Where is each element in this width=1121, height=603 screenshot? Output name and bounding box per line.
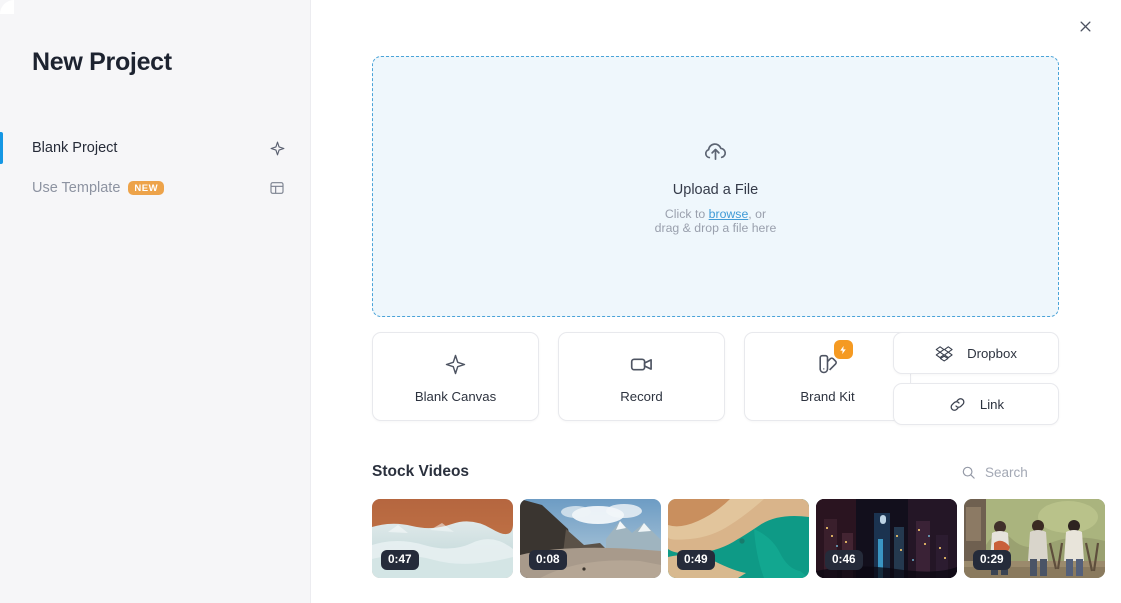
duration-badge: 0:29 [973, 550, 1011, 570]
page-title: New Project [32, 48, 172, 76]
browse-link[interactable]: browse [709, 207, 749, 221]
sidebar-item-label: Blank Project [32, 140, 118, 156]
active-indicator [0, 132, 3, 164]
stock-videos-header: Stock Videos [372, 463, 1059, 481]
dropzone-sub-prefix: Click to [664, 206, 709, 221]
card-label: Brand Kit [800, 389, 855, 404]
import-source-buttons: Dropbox Link [893, 332, 1059, 425]
link-icon [948, 395, 967, 414]
stock-video-item[interactable]: 0:49 [668, 499, 809, 578]
side-button-label: Link [979, 396, 1005, 412]
dropbox-icon [935, 344, 954, 363]
record-card[interactable]: Record [558, 332, 725, 421]
stock-video-item[interactable]: 0:29 [964, 499, 1105, 578]
sparkle-icon [267, 138, 287, 158]
sidebar-item-blank-project[interactable]: Blank Project [0, 131, 311, 165]
stock-video-item[interactable]: 0:08 [520, 499, 661, 578]
cloud-upload-icon [702, 138, 729, 170]
search-input[interactable] [985, 464, 1059, 480]
search-icon [961, 465, 976, 480]
sidebar-nav: Blank Project Use Template NEW [0, 131, 311, 205]
layout-template-icon [267, 178, 287, 198]
window-corner-artifact [0, 0, 14, 14]
card-label: Blank Canvas [414, 389, 497, 404]
blank-canvas-card[interactable]: Blank Canvas [372, 332, 539, 421]
new-project-modal: New Project Blank Project Use Template N… [0, 0, 1121, 603]
stock-video-item[interactable]: 0:47 [372, 499, 513, 578]
sparkle-icon [444, 349, 467, 379]
duration-badge: 0:49 [677, 550, 715, 570]
link-button[interactable]: Link [893, 383, 1059, 425]
side-button-label: Dropbox [967, 345, 1017, 361]
sidebar-item-label: Use Template [32, 180, 121, 196]
sidebar: New Project Blank Project Use Template N… [0, 0, 311, 603]
stock-video-item[interactable]: 0:46 [816, 499, 957, 578]
duration-badge: 0:47 [381, 550, 419, 570]
video-camera-icon [629, 349, 654, 379]
duration-badge: 0:08 [529, 550, 567, 570]
dropbox-button[interactable]: Dropbox [893, 332, 1059, 374]
sidebar-item-use-template[interactable]: Use Template NEW [0, 171, 311, 205]
card-label: Record [620, 389, 663, 404]
status-badge: NEW [128, 181, 165, 195]
main-content: Upload a File Click to browse, or drag &… [311, 0, 1121, 603]
section-title: Stock Videos [372, 463, 470, 480]
lightning-bolt-icon [833, 340, 853, 359]
stock-video-list: 0:47 0:08 0:49 0:46 0:29 [372, 499, 1105, 578]
duration-badge: 0:46 [825, 550, 863, 570]
upload-dropzone[interactable]: Upload a File Click to browse, or drag &… [372, 56, 1059, 317]
dropzone-title: Upload a File [672, 181, 759, 198]
brand-palette-icon [816, 340, 853, 379]
stock-search[interactable] [961, 464, 1059, 480]
dropzone-subtitle: Click to browse, or drag & drop a file h… [655, 207, 777, 236]
dropzone-sub-line2: drag & drop a file here [654, 221, 777, 235]
close-icon[interactable] [1074, 15, 1096, 37]
brand-kit-card[interactable]: Brand Kit [744, 332, 911, 421]
dropzone-sub-suffix: , or [748, 206, 767, 221]
action-cards: Blank Canvas Record Brand Kit [372, 332, 911, 421]
